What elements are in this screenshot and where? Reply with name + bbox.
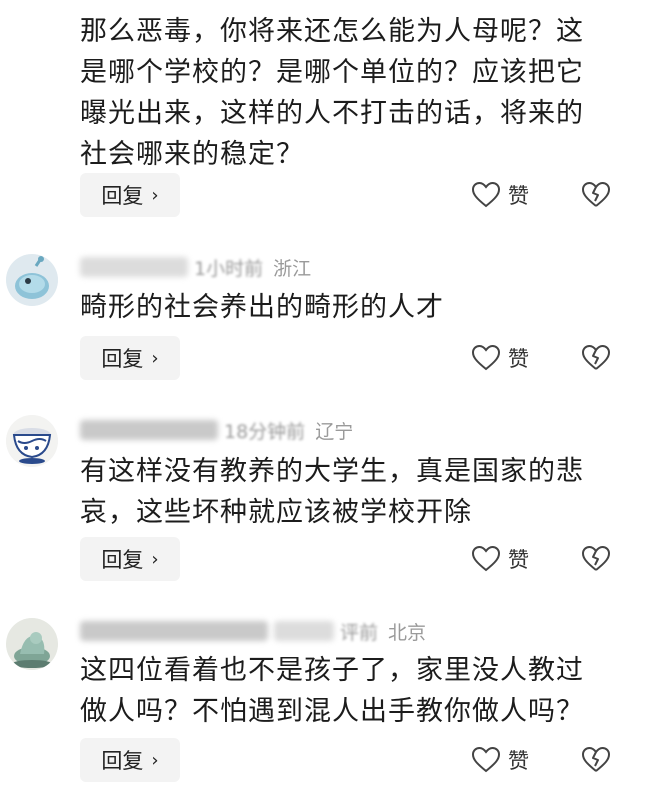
chevron-right-icon: › [151, 749, 159, 771]
broken-heart-icon [582, 182, 610, 207]
comment-text-line: 那么恶毒，你将来还怎么能为人母呢？这 [80, 16, 584, 47]
comment-location: 浙江 [273, 257, 312, 280]
comment-text-line: 这四位看着也不是孩子了，家里没人教过 [80, 655, 584, 686]
comment-text-line: 做人吗？不怕遇到混人出手教你做人吗？ [80, 696, 584, 727]
reply-label: 回复 [101, 347, 144, 371]
comment-text-line: 哀，这些坏种就应该被学校开除 [80, 497, 472, 528]
comment-text: 那么恶毒，你将来还怎么能为人母呢？这 是哪个学校的？是哪个单位的？应该把它 曝光… [80, 11, 620, 175]
heart-outline-icon [472, 345, 500, 371]
comment-3: 18分钟前 辽宁 有这样没有教养的大学生，真是国家的悲 哀，这些坏种就应该被学校… [0, 403, 658, 593]
dislike-button[interactable] [582, 336, 610, 380]
comment-location: 北京 [388, 621, 427, 644]
comment-text: 这四位看着也不是孩子了，家里没人教过 做人吗？不怕遇到混人出手教你做人吗？ [80, 650, 620, 732]
heart-outline-icon [472, 182, 500, 208]
username-blurred [80, 257, 188, 277]
like-label: 赞 [508, 347, 529, 371]
reply-label: 回复 [101, 548, 144, 572]
broken-heart-icon [582, 747, 610, 772]
avatar[interactable] [6, 415, 58, 467]
like-label: 赞 [508, 184, 529, 208]
comment-text-line: 有这样没有教养的大学生，真是国家的悲 [80, 456, 584, 487]
heart-outline-icon [472, 546, 500, 572]
comment-4: 评前 北京 这四位看着也不是孩子了，家里没人教过 做人吗？不怕遇到混人出手教你做… [0, 604, 658, 795]
comment-2: 1小时前 浙江 畸形的社会养出的畸形的人才 回复 › 赞 [0, 240, 658, 390]
comment-text-line: 曝光出来，这样的人不打击的话，将来的 [80, 98, 584, 129]
reply-button[interactable]: 回复 › [80, 738, 180, 782]
like-button[interactable]: 赞 [472, 738, 529, 782]
chevron-right-icon: › [151, 184, 159, 206]
like-label: 赞 [508, 749, 529, 773]
reply-label: 回复 [101, 184, 144, 208]
comment-meta: 评前 北京 [80, 616, 426, 646]
comment-meta: 18分钟前 辽宁 [80, 415, 353, 445]
comment-text-line: 畸形的社会养出的畸形的人才 [80, 292, 444, 323]
comment-location: 辽宁 [315, 420, 354, 443]
avatar[interactable] [6, 254, 58, 306]
comment-time: 评前 [340, 621, 379, 644]
comment-meta: 1小时前 浙江 [80, 252, 311, 282]
username-blurred [80, 621, 268, 641]
reply-button[interactable]: 回复 › [80, 173, 180, 217]
username-blurred [274, 621, 334, 641]
comment-text-line: 是哪个学校的？是哪个单位的？应该把它 [80, 57, 584, 88]
username-blurred [80, 420, 218, 440]
comment-time: 18分钟前 [224, 420, 306, 443]
reply-button[interactable]: 回复 › [80, 336, 180, 380]
heart-outline-icon [472, 747, 500, 773]
like-label: 赞 [508, 548, 529, 572]
like-button[interactable]: 赞 [472, 336, 529, 380]
comment-text: 有这样没有教养的大学生，真是国家的悲 哀，这些坏种就应该被学校开除 [80, 451, 620, 533]
reply-button[interactable]: 回复 › [80, 537, 180, 581]
chevron-right-icon: › [151, 548, 159, 570]
comment-time: 1小时前 [194, 257, 264, 280]
dislike-button[interactable] [582, 537, 610, 581]
comment-text-line: 社会哪来的稳定？ [80, 139, 304, 170]
like-button[interactable]: 赞 [472, 537, 529, 581]
broken-heart-icon [582, 546, 610, 571]
dislike-button[interactable] [582, 173, 610, 217]
dislike-button[interactable] [582, 738, 610, 782]
reply-label: 回复 [101, 749, 144, 773]
chevron-right-icon: › [151, 347, 159, 369]
broken-heart-icon [582, 345, 610, 370]
avatar[interactable] [6, 618, 58, 670]
comment-text: 畸形的社会养出的畸形的人才 [80, 287, 620, 328]
like-button[interactable]: 赞 [472, 173, 529, 217]
comment-1: 那么恶毒，你将来还怎么能为人母呢？这 是哪个学校的？是哪个单位的？应该把它 曝光… [0, 0, 658, 230]
